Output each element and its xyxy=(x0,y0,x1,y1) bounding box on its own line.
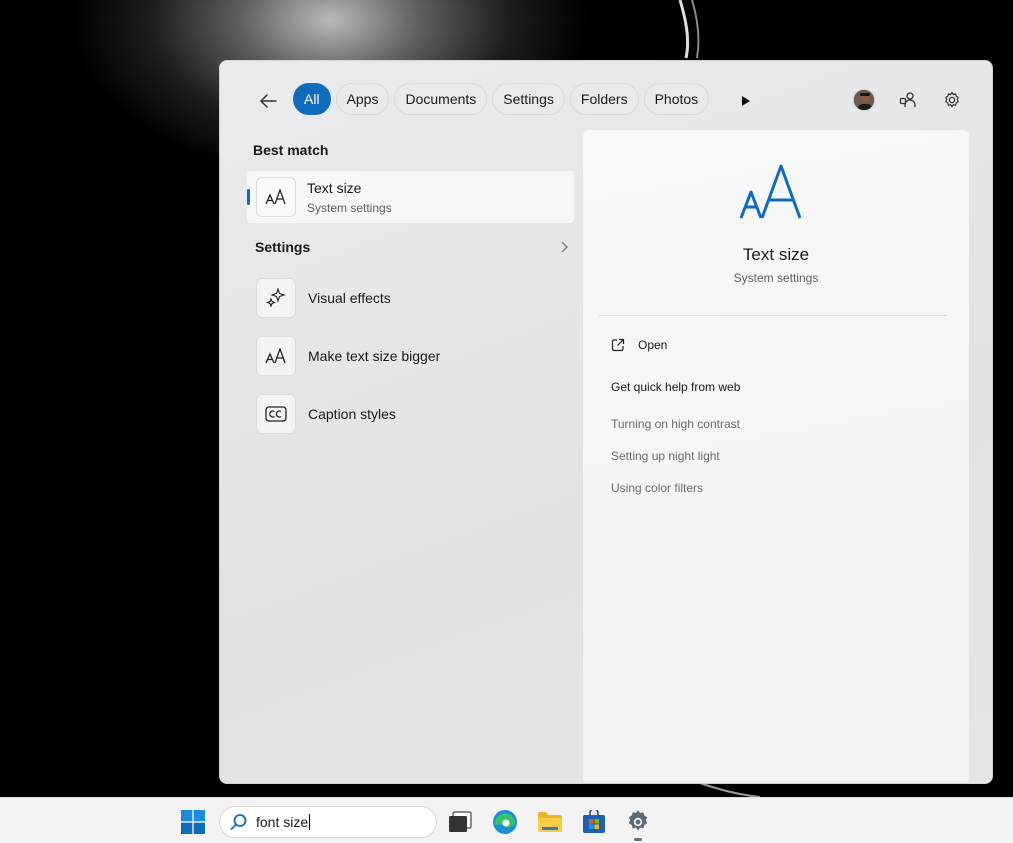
result-make-text-size-bigger[interactable]: Make text size bigger xyxy=(247,334,574,378)
help-link-color-filters[interactable]: Using color filters xyxy=(611,481,703,495)
help-link-night-light[interactable]: Setting up night light xyxy=(611,449,720,463)
best-match-subtitle: System settings xyxy=(307,201,392,215)
filter-all[interactable]: All xyxy=(293,83,331,115)
settings-heading: Settings xyxy=(255,239,311,255)
filter-photos[interactable]: Photos xyxy=(643,83,710,115)
text-size-icon xyxy=(739,164,802,219)
avatar-image xyxy=(854,90,874,110)
result-caption-styles[interactable]: Caption styles xyxy=(247,392,574,436)
settings-icon xyxy=(628,810,648,831)
feedback-button[interactable] xyxy=(896,88,920,112)
quick-help-heading: Get quick help from web xyxy=(611,380,741,394)
search-panel: All Apps Documents Settings Folders Phot… xyxy=(219,60,993,784)
search-icon xyxy=(230,814,247,830)
search-filter-bar: All Apps Documents Settings Folders Phot… xyxy=(220,83,992,117)
file-explorer-button[interactable] xyxy=(536,808,564,836)
microsoft-store-icon xyxy=(583,810,605,833)
play-icon xyxy=(742,96,750,106)
help-link-high-contrast[interactable]: Turning on high contrast xyxy=(611,417,740,431)
gear-icon xyxy=(945,91,959,108)
best-match-heading: Best match xyxy=(253,142,329,158)
back-button[interactable] xyxy=(254,87,282,115)
search-options-button[interactable] xyxy=(940,88,964,112)
divider xyxy=(599,315,947,316)
open-action[interactable]: Open xyxy=(611,335,667,355)
preview-subtitle: System settings xyxy=(733,271,819,285)
result-label: Visual effects xyxy=(308,290,391,306)
back-arrow-icon xyxy=(260,94,277,108)
preview-title: Text size xyxy=(742,245,810,264)
windows-logo-icon xyxy=(181,810,205,834)
edge-button[interactable] xyxy=(491,808,519,836)
taskbar: font size xyxy=(0,797,1013,843)
file-explorer-icon xyxy=(538,812,562,832)
taskbar-search-box[interactable]: font size xyxy=(219,806,437,838)
best-match-title: Text size xyxy=(307,180,362,196)
settings-app-button[interactable] xyxy=(624,808,652,836)
result-label: Caption styles xyxy=(308,406,396,422)
filter-apps[interactable]: Apps xyxy=(335,83,390,115)
search-input[interactable]: font size xyxy=(256,814,311,830)
text-size-icon xyxy=(256,336,296,376)
open-label: Open xyxy=(638,338,668,352)
settings-section-header[interactable]: Settings xyxy=(247,232,574,264)
chevron-right-icon xyxy=(561,241,568,253)
more-filters-button[interactable] xyxy=(734,89,758,113)
people-share-icon xyxy=(899,92,916,107)
cc-icon xyxy=(256,394,296,434)
result-label: Make text size bigger xyxy=(308,348,441,364)
running-indicator xyxy=(634,838,642,841)
edge-icon xyxy=(493,810,517,834)
open-external-icon xyxy=(611,338,625,352)
text-size-icon xyxy=(256,177,296,217)
result-visual-effects[interactable]: Visual effects xyxy=(247,276,574,320)
start-button[interactable] xyxy=(181,810,205,834)
filter-settings[interactable]: Settings xyxy=(492,83,565,115)
filter-folders[interactable]: Folders xyxy=(569,83,639,115)
selection-indicator xyxy=(247,189,250,205)
preview-pane: Text size System settings Open Get quick… xyxy=(583,130,969,783)
best-match-item[interactable]: Text size System settings xyxy=(247,171,574,223)
user-avatar[interactable] xyxy=(853,89,875,111)
filter-documents[interactable]: Documents xyxy=(394,83,488,115)
microsoft-store-button[interactable] xyxy=(580,808,608,836)
task-view-button[interactable] xyxy=(446,808,474,836)
sparkle-icon xyxy=(256,278,296,318)
task-view-icon xyxy=(449,811,472,832)
